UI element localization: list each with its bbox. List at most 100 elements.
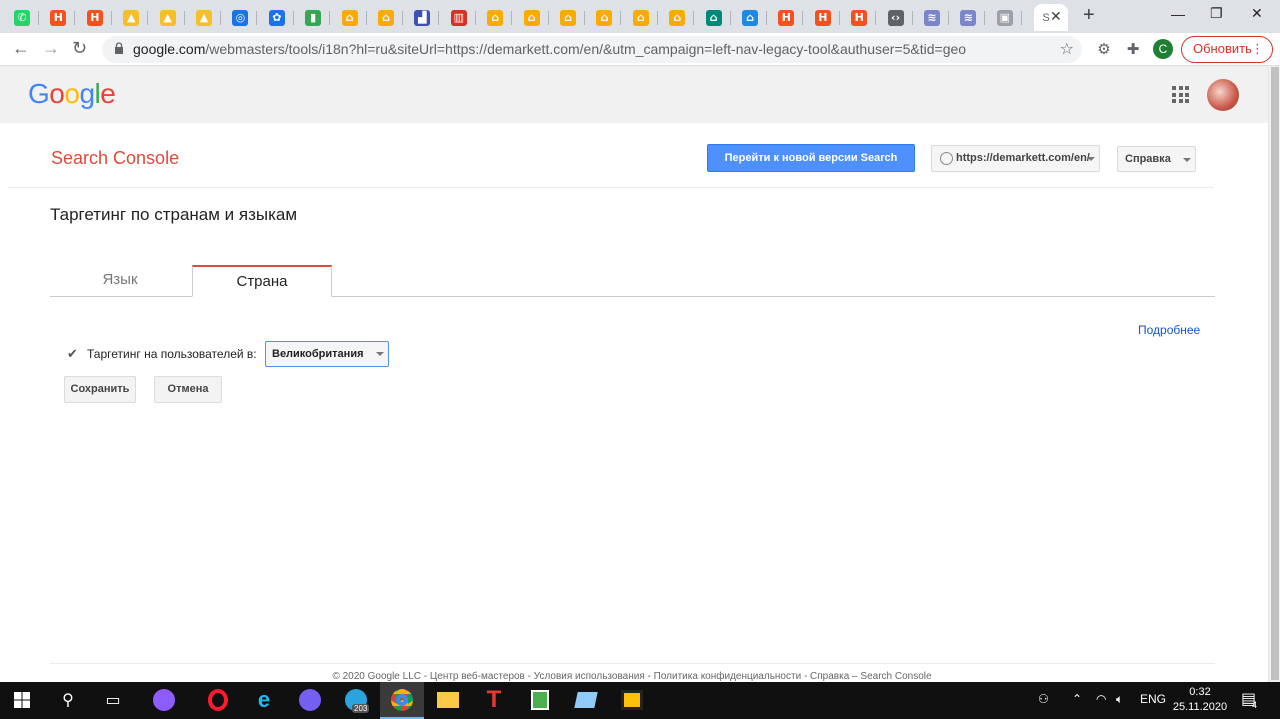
task-view-icon[interactable]: ▭	[101, 688, 125, 712]
new-tab-button[interactable]: +	[1083, 4, 1095, 27]
home-icon: ⌂	[560, 9, 576, 26]
cart-icon: ▣	[996, 9, 1013, 26]
extensions-puzzle-icon[interactable]: ✚	[1124, 41, 1142, 59]
browser-tab[interactable]: ‹›	[879, 4, 913, 31]
save-button[interactable]: Сохранить	[64, 376, 136, 403]
update-button[interactable]: Обновить ⋮	[1181, 36, 1273, 63]
browser-tab[interactable]: ⌂	[733, 4, 767, 31]
opera-icon[interactable]	[206, 688, 230, 712]
google-logo[interactable]: Google	[28, 78, 116, 110]
extension-gear-icon[interactable]: ⚙	[1095, 41, 1113, 59]
site-selector[interactable]: https://demarkett.com/en/	[931, 145, 1100, 172]
browser-tab[interactable]: ▣	[988, 4, 1022, 31]
account-avatar[interactable]	[1207, 79, 1239, 111]
tab-language[interactable]: Язык	[50, 265, 190, 297]
browser-tab[interactable]: ⌂	[697, 4, 731, 31]
help-dropdown[interactable]: Справка	[1117, 146, 1196, 172]
browser-tab[interactable]: H	[78, 4, 112, 31]
notes-app-icon[interactable]	[574, 688, 598, 712]
t-app-icon[interactable]: T	[482, 686, 506, 713]
taskbar-clock[interactable]: 0:32 25.11.2020	[1172, 685, 1228, 715]
wifi-icon[interactable]: ◠	[1096, 692, 1106, 706]
browser-tab[interactable]: H	[806, 4, 840, 31]
cancel-button[interactable]: Отмена	[154, 376, 222, 403]
site-selector-label: https://demarkett.com/en/	[956, 152, 1090, 164]
browser-tab[interactable]: ⌂	[624, 4, 658, 31]
browser-tab[interactable]: ✿	[260, 4, 294, 31]
tab-country[interactable]: Страна	[192, 265, 332, 297]
home-icon: ⌂	[341, 9, 358, 26]
browser-tab[interactable]: H	[842, 4, 877, 31]
chrome-icon[interactable]	[390, 688, 414, 712]
update-button-label: Обновить	[1193, 41, 1252, 56]
browser-tab[interactable]: ≋	[915, 4, 949, 31]
pma-icon: ▲	[123, 9, 140, 26]
product-title[interactable]: Search Console	[51, 148, 179, 169]
windows-start-icon[interactable]	[10, 688, 34, 712]
restore-window-button[interactable]: ❐	[1210, 5, 1223, 22]
browser-tab[interactable]: ✆	[5, 4, 39, 31]
home-icon: ⌂	[632, 9, 649, 26]
bookmark-star-icon[interactable]: ☆	[1060, 39, 1074, 59]
browser-tab[interactable]: ⌂	[333, 4, 367, 31]
country-select[interactable]: Великобритания	[265, 341, 389, 367]
browser-tab[interactable]: ⌂	[515, 4, 549, 31]
close-tab-icon[interactable]: ✕	[1050, 8, 1062, 25]
profile-avatar[interactable]: C	[1153, 39, 1173, 59]
new-version-button[interactable]: Перейти к новой версии Search Console	[707, 144, 915, 190]
chart-app-icon[interactable]	[528, 688, 552, 712]
home-icon: ⌂	[378, 9, 394, 26]
home-icon: ⌂	[487, 9, 504, 26]
page-scrollbar[interactable]	[1268, 66, 1280, 682]
scrollbar-thumb[interactable]	[1271, 67, 1279, 680]
browser-tab[interactable]: ≋	[951, 4, 986, 31]
browser-tab[interactable]: ▥	[442, 4, 476, 31]
browser-tab[interactable]: ▟	[405, 4, 440, 31]
telegram-badge: 203	[352, 704, 370, 713]
targeting-checkbox[interactable]: ✔	[67, 347, 80, 360]
compass-icon: ◎	[232, 9, 249, 26]
people-icon[interactable]: ⚇	[1038, 692, 1049, 706]
pma-app-icon[interactable]	[620, 688, 644, 712]
targeting-label: Таргетинг на пользователей в:	[87, 347, 257, 361]
bar-icon: ▮	[305, 9, 322, 26]
browser-tab[interactable]: ▲	[114, 4, 149, 31]
clock-date: 25.11.2020	[1172, 701, 1228, 713]
browser-tab[interactable]: ⌂	[587, 4, 622, 31]
help-dropdown-label: Справка	[1125, 153, 1171, 165]
browser-tab[interactable]: H	[769, 4, 804, 31]
home-icon: ⌂	[596, 9, 613, 26]
search-icon[interactable]: ⚲	[56, 688, 80, 712]
browser-tab[interactable]: ⌂	[478, 4, 513, 31]
internet-explorer-icon[interactable]: e	[252, 687, 276, 712]
forward-button[interactable]: →	[42, 38, 60, 59]
minimize-window-button[interactable]: —	[1171, 6, 1185, 22]
learn-more-link[interactable]: Подробнее	[1138, 323, 1200, 337]
apps-grid-icon[interactable]	[1172, 86, 1189, 103]
browser-tab[interactable]: ▮	[296, 4, 331, 31]
browser-tab-strip: S ✕ + — ❐ ✕ ✆ H H ▲ ▲ ▲ ◎ ✿ ▮ ⌂ ⌂ ▟ ▥ ⌂ ⌂ ⌂ ⌂ ⌂ ⌂ ⌂ ⌂ H H H ‹› ≋ ≋…	[0, 0, 1280, 33]
tray-expand-icon[interactable]: ⌃	[1072, 692, 1082, 706]
browser-tab[interactable]: ▲	[151, 4, 185, 31]
wifi-icon: ≋	[924, 9, 940, 26]
browser-tab[interactable]: H	[41, 4, 76, 31]
file-explorer-icon[interactable]	[436, 688, 460, 712]
reload-button[interactable]: ↻	[72, 38, 87, 59]
close-window-button[interactable]: ✕	[1251, 5, 1263, 22]
browser-tab[interactable]: ▲	[187, 4, 221, 31]
back-button[interactable]: ←	[12, 38, 30, 59]
chevron-down-icon	[1087, 157, 1095, 161]
lock-icon	[115, 42, 123, 54]
browser-tab[interactable]: ⌂	[369, 4, 403, 31]
h-icon: H	[50, 9, 67, 26]
google-logo-letter: o	[49, 78, 65, 109]
browser-tab[interactable]: ◎	[223, 4, 258, 31]
browser-tab[interactable]: ⌂	[551, 4, 585, 31]
code-icon: ‹›	[887, 9, 904, 26]
alice-icon[interactable]	[152, 688, 176, 712]
address-bar[interactable]: google.com/webmasters/tools/i18n?hl=ru&s…	[102, 36, 1082, 63]
language-indicator[interactable]: ENG	[1140, 692, 1166, 706]
volume-icon[interactable]: 🔈︎	[1116, 692, 1123, 707]
browser-tab[interactable]: ⌂	[660, 4, 695, 31]
viber-icon[interactable]	[298, 688, 322, 712]
